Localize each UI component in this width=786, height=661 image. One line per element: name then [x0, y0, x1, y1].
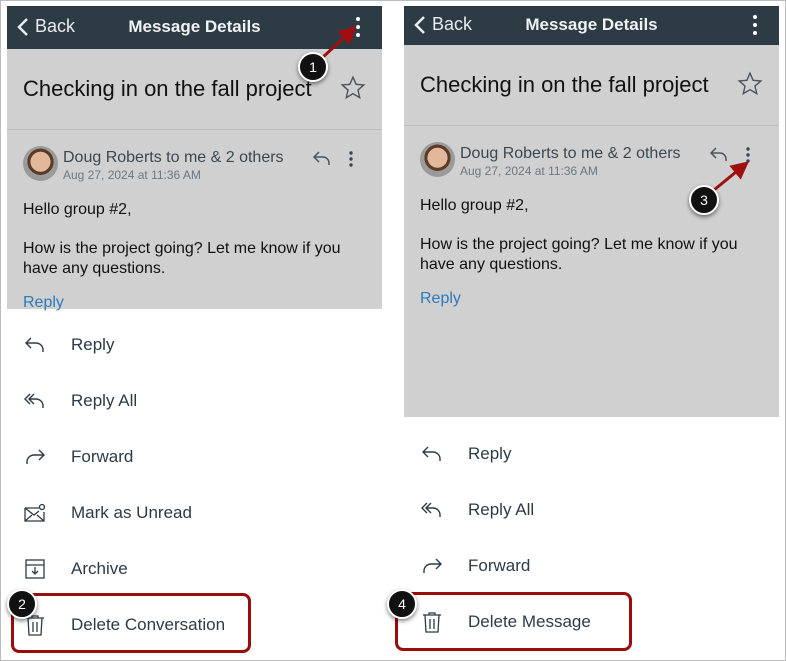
arrow-1 — [320, 25, 357, 60]
highlight-delete-conversation — [11, 593, 251, 653]
arrow-3 — [713, 161, 749, 192]
callout-2: 2 — [7, 589, 37, 619]
highlight-delete-message — [395, 592, 632, 651]
callout-1: 1 — [298, 52, 328, 82]
callout-3: 3 — [689, 185, 719, 215]
annotation-arrows — [320, 25, 749, 192]
callout-4: 4 — [387, 589, 417, 619]
